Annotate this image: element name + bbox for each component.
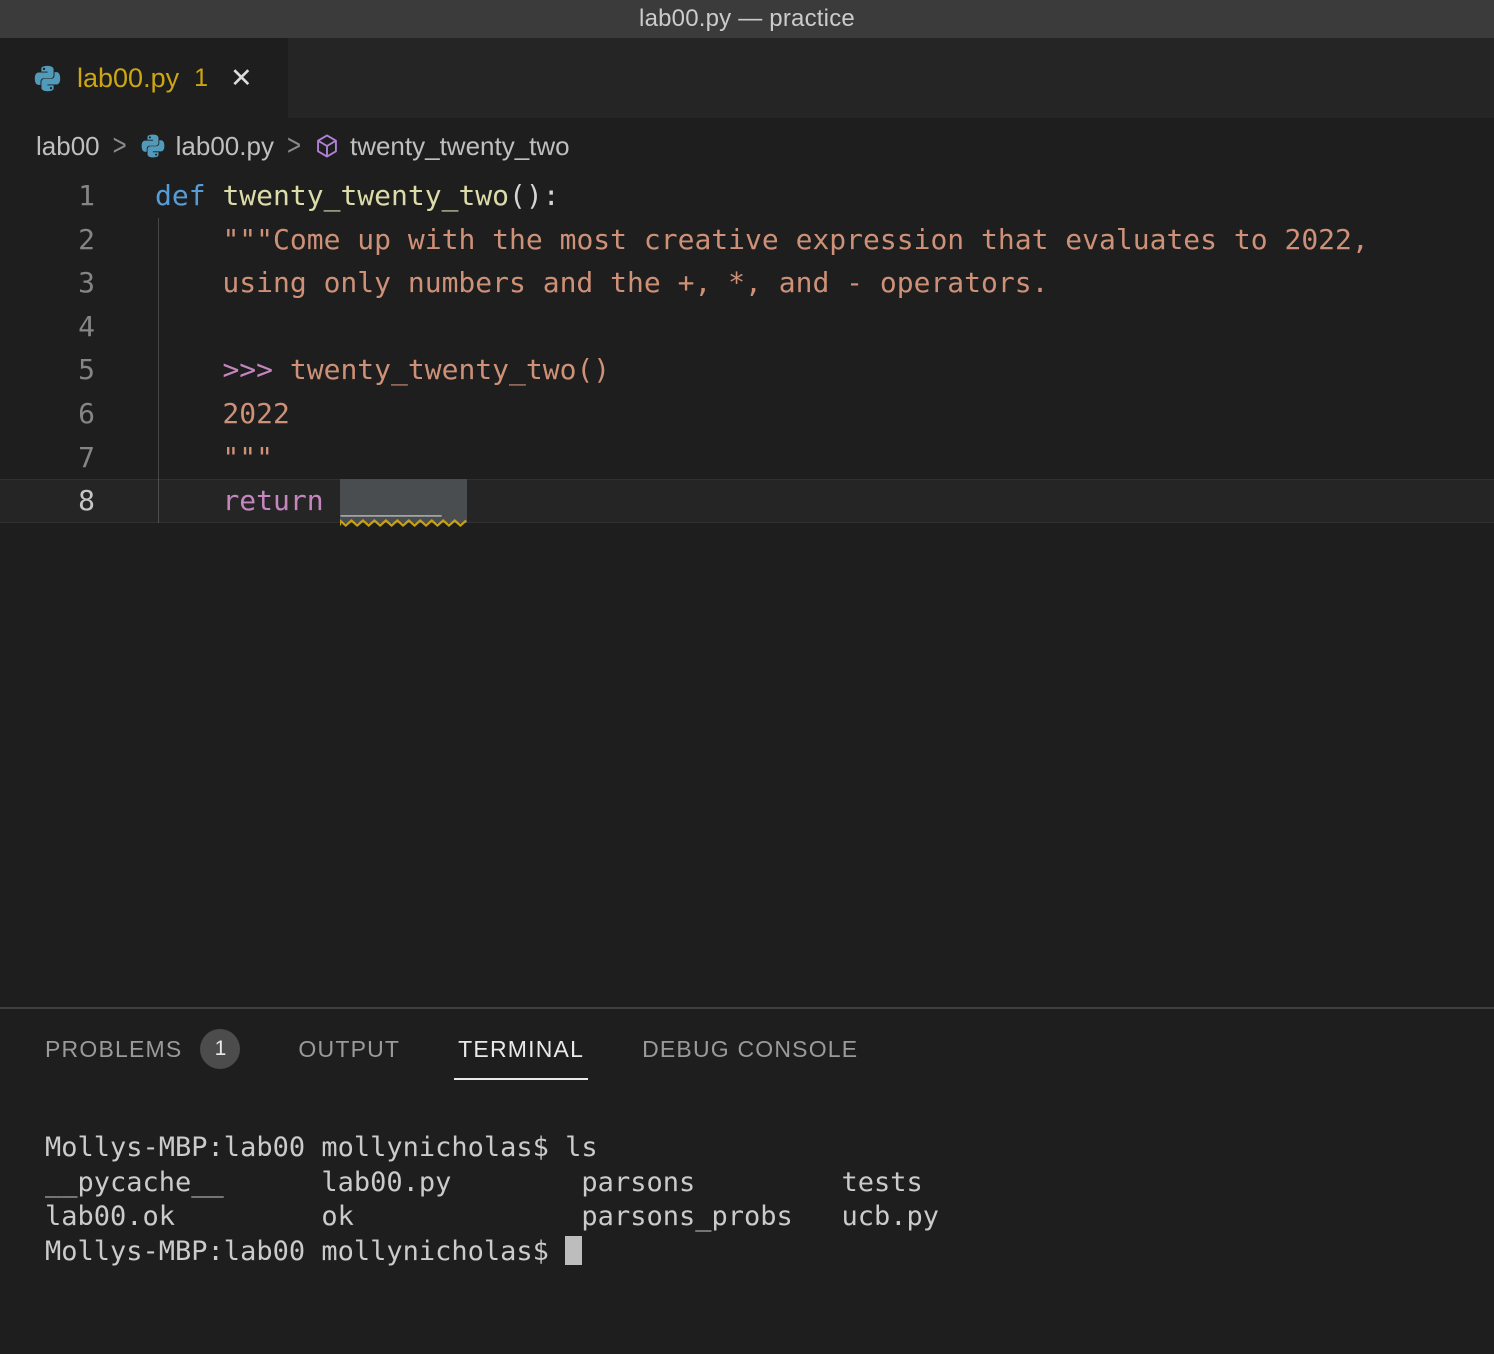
line-number: 6 [0, 392, 95, 436]
code-token: (): [509, 179, 560, 212]
panel-tab-terminal[interactable]: TERMINAL [458, 1036, 584, 1063]
code-token [324, 484, 341, 517]
editor-tab-bar: lab00.py 1 ✕ [0, 38, 1494, 118]
line-number: 1 [0, 174, 95, 218]
panel-tab-label: TERMINAL [458, 1036, 584, 1063]
code-line-text: 2022 [155, 392, 290, 436]
code-token: >>> [222, 353, 273, 386]
breadcrumb-item-lab00[interactable]: lab00 [36, 131, 100, 162]
panel-tab-bar: PROBLEMS 1 OUTPUT TERMINAL DEBUG CONSOLE [0, 1009, 1494, 1089]
panel-tab-label: OUTPUT [298, 1036, 400, 1063]
python-icon [140, 133, 166, 159]
breadcrumb-separator-icon: > [113, 129, 127, 164]
line-number: 4 [0, 305, 95, 349]
breadcrumb-item-twenty_twenty_two[interactable]: twenty_twenty_two [314, 131, 570, 162]
panel-tab-debug-console[interactable]: DEBUG CONSOLE [642, 1036, 858, 1063]
panel-tab-problems[interactable]: PROBLEMS 1 [45, 1029, 240, 1069]
terminal-cursor [565, 1236, 582, 1265]
breadcrumb-label: lab00 [36, 131, 100, 162]
tab-label: lab00.py [77, 63, 179, 94]
terminal-line: __pycache__ lab00.py parsons tests [45, 1166, 1494, 1201]
terminal-line: lab00.ok ok parsons_probs ucb.py [45, 1200, 1494, 1235]
line-number: 2 [0, 218, 95, 262]
line-number: 3 [0, 261, 95, 305]
code-token: twenty_twenty_two [222, 179, 509, 212]
code-token: twenty_twenty_two() [273, 353, 610, 386]
line-number: 5 [0, 348, 95, 392]
terminal-output[interactable]: Mollys-MBP:lab00 mollynicholas$ ls__pyca… [45, 1131, 1494, 1269]
tab-problem-count-badge: 1 [194, 64, 208, 93]
close-icon[interactable]: ✕ [230, 65, 253, 92]
window-title: lab00.py — practice [639, 5, 855, 33]
code-line[interactable]: 4 [0, 305, 1494, 349]
code-line-text: """Come up with the most creative expres… [155, 218, 1369, 262]
code-line[interactable]: 3 using only numbers and the +, *, and -… [0, 261, 1494, 305]
title-bar: lab00.py — practice [0, 0, 1494, 38]
symbol-cube-icon [314, 133, 340, 159]
panel-tab-label: PROBLEMS [45, 1036, 182, 1063]
code-line[interactable]: 2 """Come up with the most creative expr… [0, 218, 1494, 262]
breadcrumb-separator-icon: > [287, 129, 301, 164]
code-line-text: return ______ [155, 479, 467, 523]
python-icon [33, 64, 62, 93]
breadcrumb: lab00 > lab00.py > twenty_twenty_two [0, 118, 1494, 174]
line-number: 8 [0, 479, 95, 523]
code-line-text: def twenty_twenty_two(): [155, 174, 560, 218]
code-line[interactable]: 7 """ [0, 436, 1494, 480]
code-token: def [155, 179, 206, 212]
panel-tab-label: DEBUG CONSOLE [642, 1036, 858, 1063]
code-token [155, 353, 222, 386]
code-token [206, 179, 223, 212]
code-line-text: >>> twenty_twenty_two() [155, 348, 610, 392]
code-token: 2022 [155, 397, 290, 430]
panel-tab-output[interactable]: OUTPUT [298, 1036, 400, 1063]
selected-blank-placeholder: ______ [340, 479, 466, 523]
code-editor[interactable]: 1def twenty_twenty_two():2 """Come up wi… [0, 174, 1494, 1007]
code-token: using only numbers and the +, *, and - o… [155, 266, 1048, 299]
code-token [155, 484, 222, 517]
code-token: return [222, 484, 323, 517]
tab-lab00py[interactable]: lab00.py 1 ✕ [0, 38, 288, 118]
breadcrumb-label: lab00.py [176, 131, 274, 162]
code-line[interactable]: 5 >>> twenty_twenty_two() [0, 348, 1494, 392]
code-line-text: using only numbers and the +, *, and - o… [155, 261, 1048, 305]
code-token: """Come up with the most creative expres… [222, 223, 1368, 256]
breadcrumb-label: twenty_twenty_two [350, 131, 570, 162]
terminal-line: Mollys-MBP:lab00 mollynicholas$ ls [45, 1131, 1494, 1166]
code-line-text: """ [155, 436, 273, 480]
code-line[interactable]: 6 2022 [0, 392, 1494, 436]
code-token: """ [155, 441, 273, 474]
code-line[interactable]: 8 return ______ [0, 479, 1494, 523]
bottom-panel: PROBLEMS 1 OUTPUT TERMINAL DEBUG CONSOLE Mol… [0, 1007, 1494, 1354]
vscode-window: lab00.py — practice lab00.py 1 ✕ lab00>l… [0, 0, 1494, 1354]
code-lines: 1def twenty_twenty_two():2 """Come up wi… [0, 174, 1494, 523]
problems-count-badge: 1 [200, 1029, 240, 1069]
terminal-line: Mollys-MBP:lab00 mollynicholas$ [45, 1235, 1494, 1270]
code-token [155, 223, 222, 256]
breadcrumb-item-lab00-py[interactable]: lab00.py [140, 131, 274, 162]
line-number: 7 [0, 436, 95, 480]
code-line[interactable]: 1 def twenty_twenty_two(): [0, 174, 1494, 218]
